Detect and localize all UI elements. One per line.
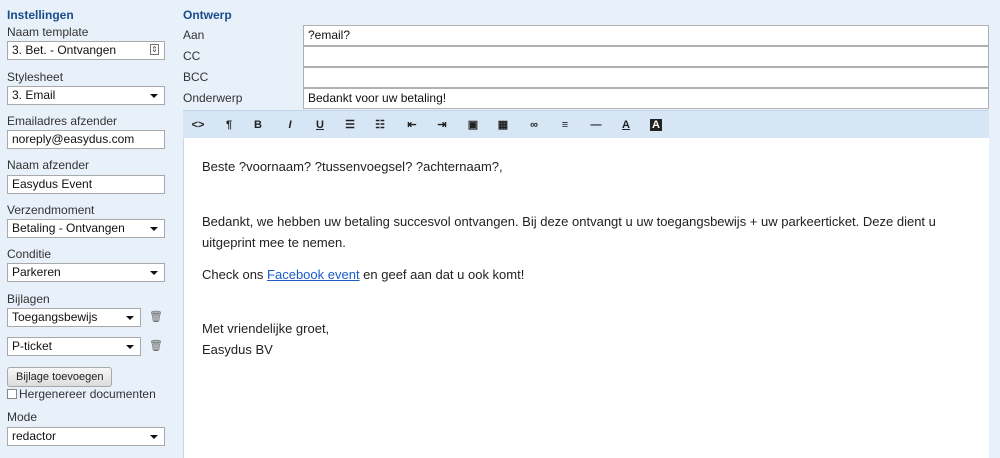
- check-prefix: Check ons: [202, 267, 268, 282]
- template-value: 3. Bet. - Ontvangen: [12, 43, 117, 57]
- condition-label: Conditie: [7, 247, 52, 261]
- mode-select[interactable]: redactor: [7, 427, 165, 446]
- editor-toolbar: <> ¶ B I U ☰ ☷ ⇤ ⇥ ▣ ▦ ∞ ≡ — A A: [183, 110, 989, 138]
- attachments-label: Bijlagen: [7, 292, 50, 306]
- cc-label: CC: [183, 49, 201, 63]
- align-left-icon[interactable]: ≡: [555, 115, 575, 135]
- indent-icon[interactable]: ⇥: [432, 115, 452, 135]
- sender-email-value: noreply@easydus.com: [12, 132, 135, 146]
- check-line: Check ons Facebook event en geef aan dat…: [202, 264, 981, 285]
- template-label: Naam template: [7, 25, 89, 39]
- body-text: Bedankt, we hebben uw betaling succesvol…: [202, 214, 936, 250]
- stylesheet-label: Stylesheet: [7, 70, 64, 84]
- horizontal-rule-icon[interactable]: —: [586, 115, 606, 135]
- link-icon[interactable]: ∞: [524, 115, 544, 135]
- underline-icon[interactable]: U: [310, 115, 330, 135]
- template-field[interactable]: 3. Bet. - Ontvangen ⇕: [7, 41, 165, 60]
- cc-input[interactable]: [303, 46, 989, 67]
- settings-title: Instellingen: [7, 8, 74, 22]
- design-title: Ontwerp: [183, 8, 232, 22]
- condition-value: Parkeren: [12, 265, 61, 279]
- message-editor[interactable]: Beste ?voornaam? ?tussenvoegsel? ?achter…: [183, 138, 989, 458]
- bold-icon[interactable]: B: [248, 115, 268, 135]
- attachment-select[interactable]: Toegangsbewijs: [7, 308, 141, 327]
- facebook-link[interactable]: Facebook event: [267, 267, 360, 282]
- delete-attachment-icon[interactable]: 🗑: [149, 340, 163, 353]
- sender-email-input[interactable]: noreply@easydus.com: [7, 130, 165, 149]
- condition-select[interactable]: Parkeren: [7, 263, 165, 282]
- greeting-text: Beste ?voornaam? ?tussenvoegsel? ?achter…: [202, 159, 503, 174]
- bcc-input[interactable]: [303, 67, 989, 88]
- design-panel: Ontwerp Aan ?email? CC BCC Onderwerp Bed…: [172, 0, 1000, 458]
- closing-text: Met vriendelijke groet,: [202, 321, 330, 336]
- unordered-list-icon[interactable]: ☰: [340, 115, 360, 135]
- to-label: Aan: [183, 28, 205, 42]
- send-moment-value: Betaling - Ontvangen: [12, 221, 125, 235]
- paragraph-icon[interactable]: ¶: [219, 115, 239, 135]
- bcc-label: BCC: [183, 70, 209, 84]
- regenerate-label: Hergenereer documenten: [19, 387, 156, 401]
- image-icon[interactable]: ▣: [463, 115, 483, 135]
- check-suffix: en geef aan dat u ook komt!: [359, 267, 525, 282]
- mode-label: Mode: [7, 410, 38, 424]
- settings-panel: Instellingen Naam template 3. Bet. - Ont…: [0, 0, 172, 458]
- sender-name-label: Naam afzender: [7, 158, 90, 172]
- code-icon[interactable]: <>: [188, 115, 208, 135]
- subject-label: Onderwerp: [183, 91, 243, 105]
- sender-name-input[interactable]: Easydus Event: [7, 175, 165, 194]
- background-color-icon[interactable]: A: [646, 115, 666, 135]
- table-icon[interactable]: ▦: [493, 115, 513, 135]
- italic-icon[interactable]: I: [280, 115, 300, 135]
- attachment-select[interactable]: P-ticket: [7, 337, 141, 356]
- delete-attachment-icon[interactable]: 🗑: [149, 311, 163, 324]
- attachment-value: P-ticket: [12, 339, 53, 353]
- mode-value: redactor: [12, 429, 57, 443]
- template-picker-icon[interactable]: ⇕: [150, 44, 159, 55]
- font-color-icon[interactable]: A: [616, 115, 636, 135]
- stylesheet-select[interactable]: 3. Email: [7, 86, 165, 105]
- subject-input[interactable]: Bedankt voor uw betaling!: [303, 88, 989, 109]
- regenerate-checkbox[interactable]: [7, 389, 17, 399]
- ordered-list-icon[interactable]: ☷: [370, 115, 390, 135]
- attachment-value: Toegangsbewijs: [12, 310, 98, 324]
- to-input[interactable]: ?email?: [303, 25, 989, 46]
- sender-name-value: Easydus Event: [12, 177, 93, 191]
- send-moment-label: Verzendmoment: [7, 203, 95, 217]
- outdent-icon[interactable]: ⇤: [402, 115, 422, 135]
- signature-text: Easydus BV: [202, 342, 273, 357]
- sender-email-label: Emailadres afzender: [7, 114, 118, 128]
- stylesheet-value: 3. Email: [12, 88, 56, 102]
- add-attachment-button[interactable]: Bijlage toevoegen: [7, 367, 113, 387]
- send-moment-select[interactable]: Betaling - Ontvangen: [7, 219, 165, 238]
